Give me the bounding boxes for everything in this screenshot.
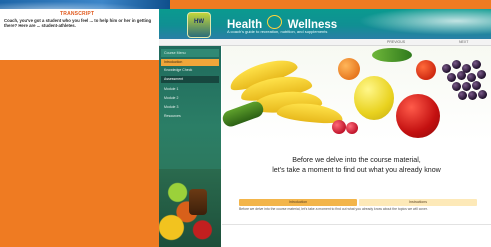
grape-graphic <box>472 60 481 69</box>
intro-prompt: Before we delve into the course material… <box>222 155 491 175</box>
next-button[interactable]: NEXT <box>459 40 468 44</box>
apple-graphic <box>396 94 440 138</box>
tab-instructions[interactable]: Instructions <box>359 199 477 206</box>
sidebar-item-introduction[interactable]: Introduction <box>161 59 219 66</box>
tab-introduction[interactable]: Introduction <box>239 199 357 206</box>
grape-graphic <box>462 82 471 91</box>
radish-graphic <box>332 120 346 134</box>
ampersand-icon <box>267 15 283 29</box>
hero-mini-nav <box>222 46 491 51</box>
grape-graphic <box>472 81 481 90</box>
bottom-divider <box>222 224 491 225</box>
sidebar-item-module-2[interactable]: Module 2 <box>161 95 219 102</box>
course-window: HW Health Wellness A coach's guide to re… <box>159 9 491 247</box>
grape-graphic <box>468 91 477 100</box>
grape-graphic <box>452 82 461 91</box>
course-toolbar: PREVIOUS NEXT <box>159 39 491 46</box>
grape-graphic <box>442 64 451 73</box>
sidebar-menu: Course Menu Introduction Knowledge Check… <box>159 46 221 247</box>
radish-graphic <box>346 122 358 134</box>
content-tabs: Introduction Instructions <box>239 199 479 206</box>
hero-fruit-banner <box>222 46 491 141</box>
previous-button[interactable]: PREVIOUS <box>387 40 405 44</box>
sidebar-heading: Course Menu <box>161 49 219 57</box>
transcript-title: TRANSCRIPT <box>60 11 95 17</box>
intro-prompt-line2: let's take a moment to find out what you… <box>272 166 441 174</box>
water-splash-graphic <box>331 9 491 39</box>
sidebar-item-assessment[interactable]: Assessment <box>161 76 219 83</box>
orange-graphic <box>338 58 360 80</box>
school-seal-logo: HW <box>187 12 211 38</box>
sidebar-fruit-photo <box>159 169 221 247</box>
transcript-window: TRANSCRIPT Coach, you've got a student w… <box>0 0 170 60</box>
tomato-graphic <box>416 60 436 80</box>
cucumber-graphic <box>222 99 266 129</box>
supplement-jar-graphic <box>189 189 207 215</box>
lemon-graphic <box>354 76 394 120</box>
sidebar-item-resources[interactable]: Resources <box>161 113 219 120</box>
intro-prompt-line1: Before we delve into the course material… <box>292 156 421 164</box>
grape-graphic <box>447 73 456 82</box>
transcript-text: Coach, you've got a student who you feel… <box>4 18 152 29</box>
sidebar-item-module-1[interactable]: Module 1 <box>161 86 219 93</box>
grape-graphic <box>478 90 487 99</box>
course-header: HW Health Wellness A coach's guide to re… <box>159 9 491 39</box>
sidebar-item-knowledge-check[interactable]: Knowledge Check <box>161 67 219 74</box>
grape-graphic <box>452 60 461 69</box>
header-swoosh <box>0 0 170 9</box>
course-subtitle: A coach's guide to recreation, nutrition… <box>227 29 328 34</box>
leaf-graphic <box>372 48 412 62</box>
grape-graphic <box>458 91 467 100</box>
grape-graphic <box>477 70 486 79</box>
tab-body-text: Before we delve into the course material… <box>239 207 428 211</box>
seal-text: HW <box>194 19 204 25</box>
grape-graphic <box>457 71 466 80</box>
sidebar-item-module-3[interactable]: Module 3 <box>161 104 219 111</box>
